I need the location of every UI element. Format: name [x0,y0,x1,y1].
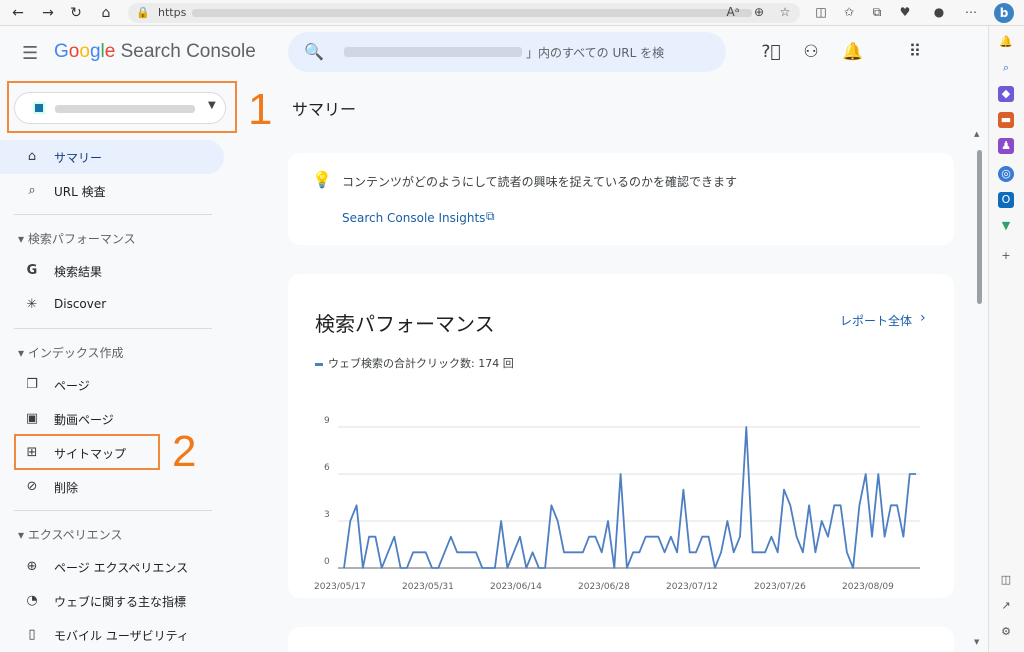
x-tick-label: 2023/08/09 [842,582,894,592]
refresh-icon[interactable]: ↻ [66,3,86,23]
y-tick-label: 9 [324,416,330,426]
y-tick-label: 6 [324,463,330,473]
x-tick-label: 2023/05/31 [402,582,454,592]
nav-mobile-usability[interactable]: ▯ モバイル ユーザビリティ [0,618,224,652]
google-g-icon: G [26,263,38,278]
home-icon[interactable]: ⌂ [96,3,116,23]
bing-copilot-button[interactable]: b [994,3,1014,23]
x-tick-label: 2023/06/14 [490,582,542,592]
toolbox-icon[interactable]: ▬ [998,112,1014,128]
phone-icon: ▯ [28,627,36,642]
search-redacted [344,47,522,57]
plus-circle-icon: ⊕ [26,559,38,574]
favorite-star-icon[interactable]: ☆ [776,5,794,19]
x-tick-label: 2023/05/17 [314,582,366,592]
asterisk-icon: ✳ [26,297,38,312]
x-tick-label: 2023/06/28 [578,582,630,592]
insights-card: 💡 コンテンツがどのようにして読者の興味を捉えているのかを確認できます Sear… [288,153,954,245]
scrollbar-thumb[interactable] [977,150,982,304]
add-icon[interactable]: + [998,248,1014,264]
help-icon[interactable]: ?⃝ [760,42,782,62]
external-link-icon[interactable]: ↗ [998,598,1014,614]
favorites-icon[interactable]: ✩ [840,5,858,19]
eye-off-icon: ⊘ [26,479,38,494]
sidebar-toggle-icon[interactable]: ◫ [998,572,1014,588]
url-prefix: https [158,6,187,19]
extension-icon[interactable]: ♥ [896,5,914,19]
clicks-series-line [343,426,916,569]
search-icon: 🔍 [304,42,324,61]
nav-url-inspection[interactable]: ⌕ URL 検査 [0,174,224,208]
nav-divider [14,214,212,215]
home-icon: ⌂ [27,149,37,164]
more-options-icon[interactable]: ⋯ [962,5,980,19]
x-tick-label: 2023/07/26 [754,582,806,592]
tag-icon[interactable]: ◆ [998,86,1014,102]
drop-icon[interactable]: ▼ [998,218,1014,234]
y-tick-label: 0 [324,557,330,567]
x-tick-label: 2023/07/12 [666,582,718,592]
y-tick-label: 3 [324,510,330,520]
nav-pages[interactable]: ❐ ページ [0,368,224,402]
search-icon[interactable]: ⌕ [998,60,1014,76]
split-screen-icon[interactable]: ◫ [812,5,830,19]
page-title: サマリー [292,100,357,119]
search-console-app: ☰ Google Search Console 🔍 」内のすべての URL を検… [0,26,988,652]
annotation-number-1: 1 [248,85,273,134]
nav-discover[interactable]: ✳ Discover [0,288,224,322]
read-aloud-icon[interactable]: Aᵃ [724,5,742,19]
edge-sidebar: 🔔 ⌕ ◆ ▬ ♟ ◎ O ▼ + ◫ ↗ ⚙ [988,26,1024,652]
search-placeholder: 」内のすべての URL を検 [526,46,665,60]
apps-grid-icon[interactable]: ⠿ [904,42,926,62]
scroll-down-arrow-icon[interactable]: ▼ [974,638,979,646]
open-in-new-icon[interactable]: ⧉ [486,209,495,224]
nav-section-index[interactable]: ▾ インデックス作成 [18,344,124,361]
nav-search-results[interactable]: G 検索結果 [0,254,224,288]
nav-summary[interactable]: ⌂ サマリー [0,140,224,174]
nav-section-performance[interactable]: ▾ 検索パフォーマンス [18,230,136,247]
hamburger-menu-icon[interactable]: ☰ [22,43,38,64]
annotation-number-2: 2 [172,427,197,476]
performance-card: 検索パフォーマンス レポート全体 › ウェブ検索の合計クリック数: 174 回 … [288,274,954,598]
browser-toolbar: ← → ↻ ⌂ 🔒 https Aᵃ ⊕ ☆ ◫ ✩ ⧉ ♥ ● ⋯ b [0,0,1024,26]
logo[interactable]: Google Search Console [54,41,256,63]
app-header: ☰ Google Search Console 🔍 」内のすべての URL を検… [0,26,988,80]
zoom-icon[interactable]: ⊕ [750,5,768,19]
collections-icon[interactable]: ⧉ [868,5,886,20]
notification-bell-icon[interactable]: 🔔 [998,34,1014,50]
forward-arrow-icon[interactable]: → [38,3,58,23]
insight-message: コンテンツがどのようにして読者の興味を捉えているのかを確認できます [342,175,738,189]
back-arrow-icon[interactable]: ← [8,3,28,23]
insights-link[interactable]: Search Console Insights [342,211,485,225]
scroll-up-arrow-icon[interactable]: ▲ [974,130,979,138]
manage-users-icon[interactable]: ⚇ [800,42,822,62]
next-card [288,627,954,652]
nav-core-web-vitals[interactable]: ◔ ウェブに関する主な指標 [0,584,224,618]
speedometer-icon: ◔ [26,593,38,608]
settings-gear-icon[interactable]: ⚙ [998,624,1014,640]
url-inspection-search[interactable]: 🔍 」内のすべての URL を検 [288,32,726,72]
lightbulb-icon: 💡 [312,170,332,189]
annotation-box-1 [7,81,237,133]
annotation-box-2 [14,434,160,470]
nav-page-experience[interactable]: ⊕ ページ エクスペリエンス [0,550,224,584]
left-navigation: ▼ ⌂ サマリー ⌕ URL 検査 ▾ 検索パフォーマンス G 検索結果 ✳ D… [0,80,240,652]
nav-divider [14,328,212,329]
url-redacted [192,9,752,17]
people-icon[interactable]: ♟ [998,138,1014,154]
address-bar[interactable]: 🔒 https [128,3,800,23]
nav-section-experience[interactable]: ▾ エクスペリエンス [18,526,122,543]
search-icon: ⌕ [28,183,36,198]
notification-bell-icon[interactable]: 🔔 [842,42,864,62]
clicks-line-chart: 0 3 6 9 2023/05/17 2023/05/31 2023/06/14 2023/0… [314,416,920,592]
pages-icon: ❐ [26,377,38,392]
outlook-icon[interactable]: O [998,192,1014,208]
lock-icon: 🔒 [136,6,150,19]
video-icon: ▣ [25,411,39,426]
profile-avatar[interactable]: ● [930,5,948,19]
copilot-icon[interactable]: ◎ [998,166,1014,182]
nav-divider [14,510,212,511]
